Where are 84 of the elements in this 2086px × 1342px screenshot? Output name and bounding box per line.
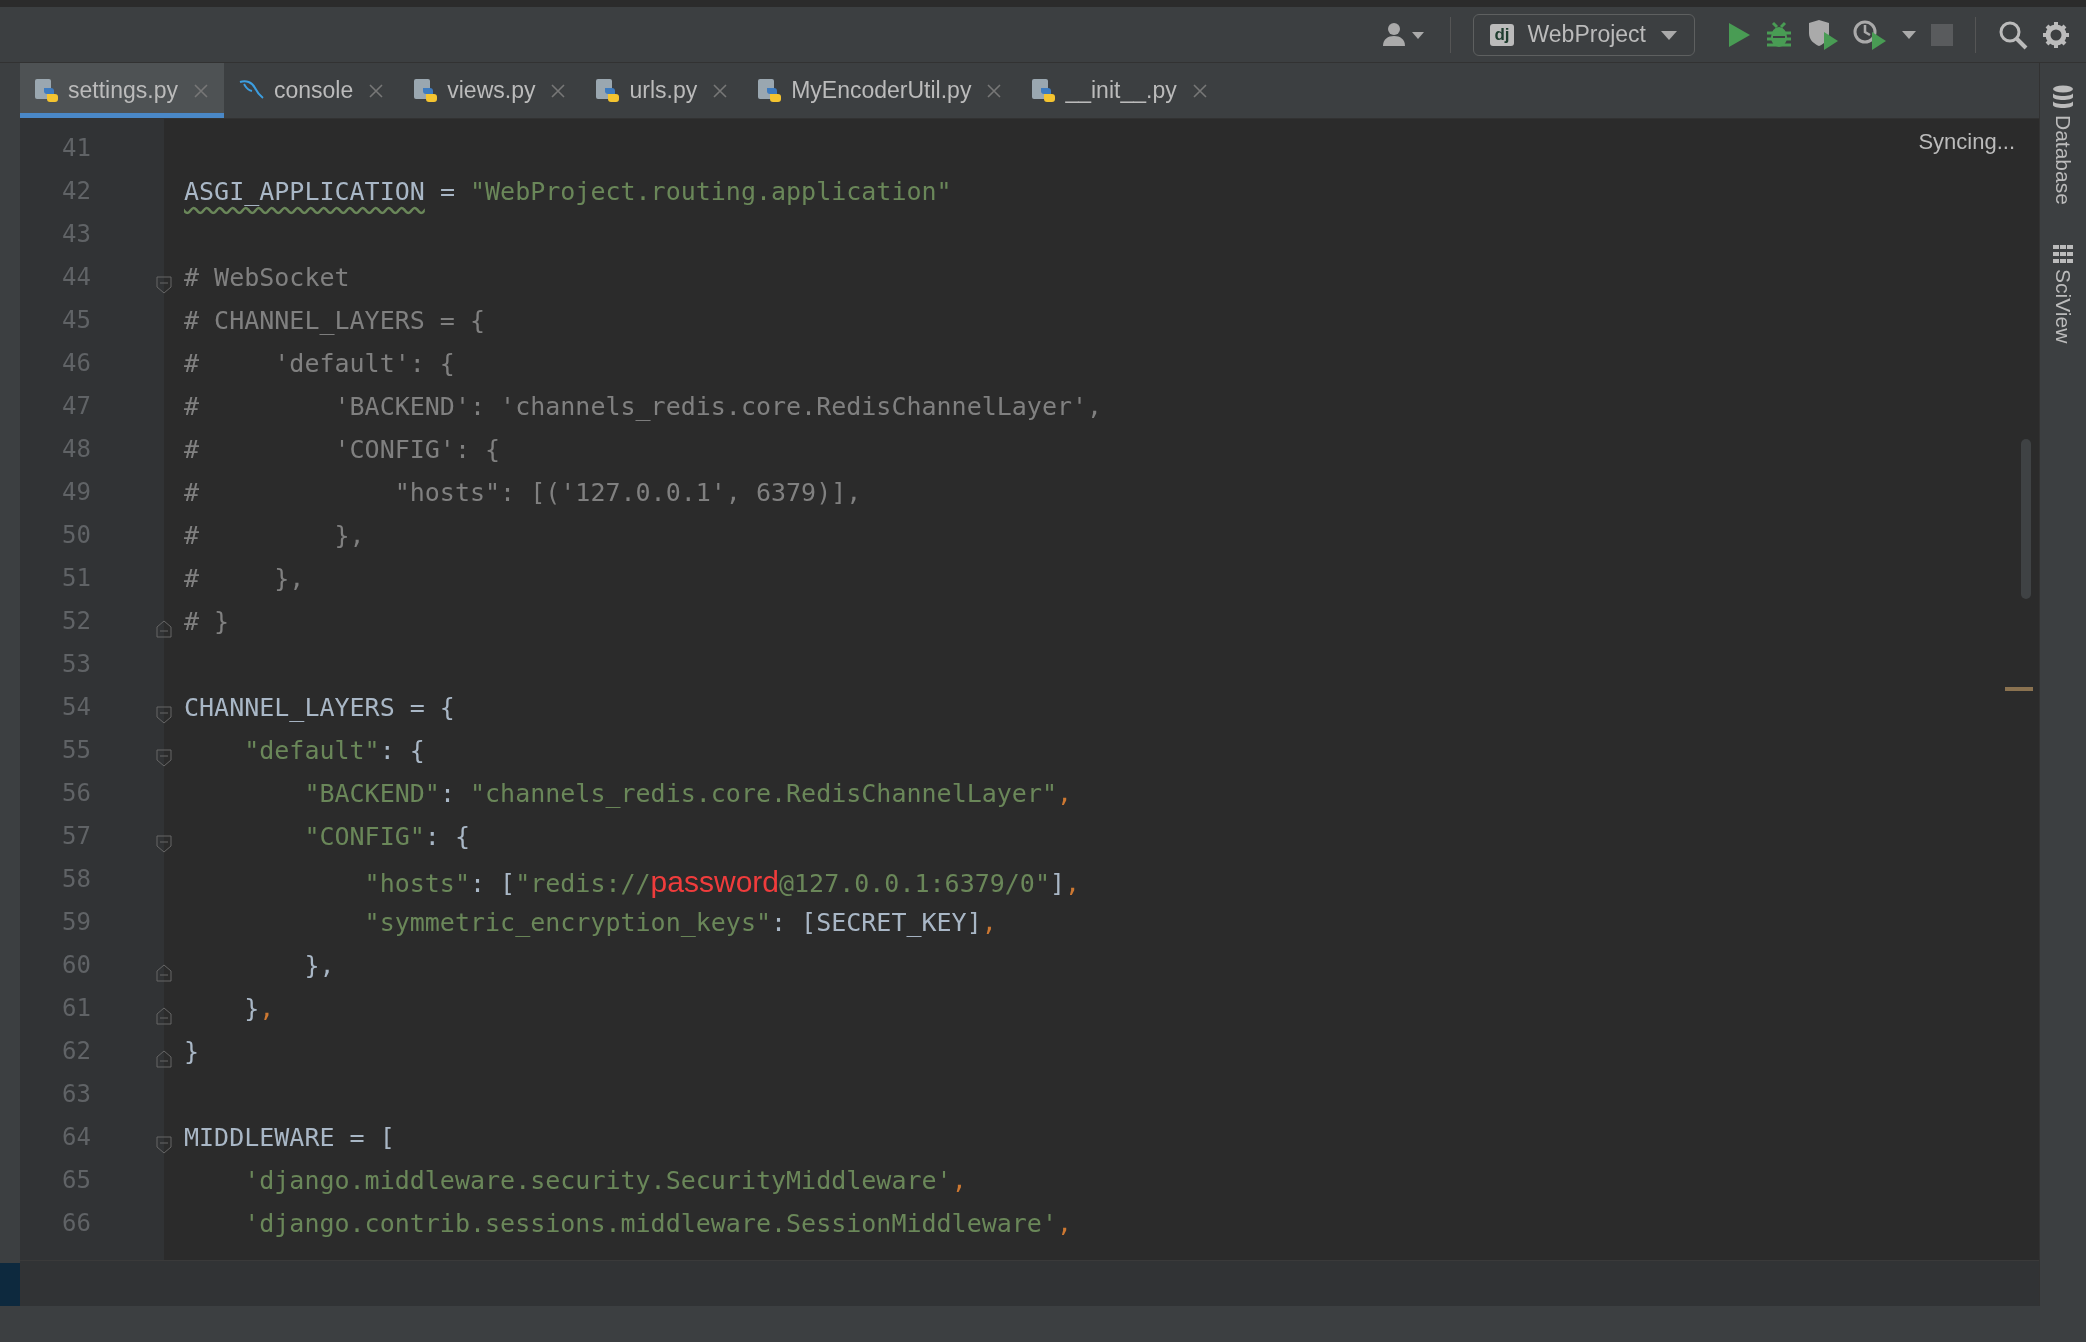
close-icon[interactable] <box>987 83 1002 98</box>
fold-marker-icon[interactable] <box>156 1136 172 1154</box>
code-token: "channels_redis.core.RedisChannelLayer" <box>470 779 1057 808</box>
grid-icon <box>2053 244 2073 263</box>
fold-marker-icon[interactable] <box>156 276 172 294</box>
code-token: : { <box>379 736 425 765</box>
code-token: MIDDLEWARE = [ <box>184 1123 395 1152</box>
code-token: # } <box>184 607 230 636</box>
code-token: = <box>438 177 456 206</box>
fold-marker-icon[interactable] <box>156 620 172 638</box>
editor-tab[interactable]: urls.py <box>581 63 744 118</box>
code-token: , <box>951 1166 967 1195</box>
fold-marker-icon[interactable] <box>156 1007 172 1025</box>
python-file-icon <box>1031 77 1058 104</box>
code-token: : [SECRET_KEY] <box>771 908 982 937</box>
close-icon[interactable] <box>1192 83 1207 98</box>
editor-tab[interactable]: console <box>223 63 400 118</box>
code-token: "redis:// <box>515 869 651 898</box>
editor-tab[interactable]: __init__.py <box>1017 63 1223 118</box>
error-stripe-marker[interactable] <box>2005 687 2033 691</box>
code-token: }, <box>303 951 335 980</box>
code-token: } <box>243 994 260 1023</box>
code-token: CHANNEL_LAYERS = { <box>184 693 455 722</box>
editor-tab[interactable]: views.py <box>399 63 582 118</box>
code-token: ] <box>1049 869 1065 898</box>
code-token: # 'BACKEND': 'channels_redis.core.RedisChannelLayer', <box>184 392 1103 421</box>
code-token: # CHANNEL_LAYERS = { <box>184 306 486 335</box>
close-icon[interactable] <box>713 83 728 98</box>
code-token: # 'CONFIG': { <box>184 435 501 464</box>
scrollbar-thumb[interactable] <box>2021 439 2031 599</box>
stop-icon[interactable] <box>1931 23 1953 46</box>
code-token: "default" <box>243 736 380 765</box>
fold-marker-icon[interactable] <box>156 1050 172 1068</box>
code-token: "BACKEND" <box>303 779 440 808</box>
sync-status: Syncing... <box>1918 129 2015 155</box>
editor-tab[interactable]: settings.py <box>20 63 224 118</box>
database-icon <box>2052 85 2074 109</box>
close-icon[interactable] <box>551 83 566 98</box>
redaction-text: password <box>650 865 779 898</box>
code-token: , <box>259 994 275 1023</box>
fold-marker-icon[interactable] <box>156 964 172 982</box>
settings-icon[interactable] <box>2042 20 2070 49</box>
python-file-icon <box>595 77 622 104</box>
fold-marker-icon[interactable] <box>156 835 172 853</box>
bug-icon[interactable] <box>1765 20 1793 49</box>
caret-icon <box>1660 28 1678 41</box>
fold-marker-icon[interactable] <box>156 749 172 767</box>
code-token: 'django.middleware.security.SecurityMiddleware' <box>243 1166 952 1195</box>
tool-window-button[interactable]: Database <box>2051 85 2075 205</box>
profiler-icon[interactable] <box>1853 19 1887 50</box>
code-token: , <box>1057 1209 1073 1238</box>
coverage-icon[interactable] <box>1807 19 1839 50</box>
code-token: # 'default': { <box>184 349 455 378</box>
code-token: "hosts" <box>363 869 470 898</box>
run-icon[interactable] <box>1727 21 1751 48</box>
fold-marker-icon[interactable] <box>156 706 172 724</box>
code-token: 'django.contrib.sessions.middleware.SessionMiddleware' <box>243 1209 1057 1238</box>
tool-window-stripe-button[interactable] <box>0 1263 20 1307</box>
code-token: , <box>1065 869 1081 898</box>
code-token: , <box>1057 779 1073 808</box>
code-token: : <box>439 779 456 808</box>
python-file-icon <box>757 77 784 104</box>
code-token: , <box>981 908 997 937</box>
close-icon[interactable] <box>369 83 384 98</box>
python-file-icon <box>34 77 60 104</box>
run-configuration-dropdown[interactable]: dj WebProject <box>1473 13 1695 56</box>
tool-window-button[interactable]: SciView <box>2051 244 2075 344</box>
caret-icon[interactable] <box>1901 28 1917 41</box>
code-token: # "hosts": [('127.0.0.1', 6379)], <box>184 478 862 507</box>
close-icon[interactable] <box>193 83 208 98</box>
code-token: "WebProject.routing.application" <box>470 177 952 206</box>
code-token: ASGI_APPLICATION <box>184 177 425 206</box>
code-token: : [ <box>470 869 516 898</box>
python-file-icon <box>413 77 440 104</box>
code-token: @127.0.0.1:6379/0" <box>779 869 1050 898</box>
code-token: # }, <box>184 564 305 593</box>
search-icon[interactable] <box>1998 19 2028 50</box>
code-token: "CONFIG" <box>303 822 425 851</box>
code-token: # WebSocket <box>184 263 350 292</box>
code-token: } <box>184 1037 200 1066</box>
code-token: "symmetric_encryption_keys" <box>363 908 771 937</box>
editor-tab[interactable]: MyEncoderUtil.py <box>743 63 1018 118</box>
code-token: : { <box>424 822 470 851</box>
code-token: # }, <box>184 521 365 550</box>
